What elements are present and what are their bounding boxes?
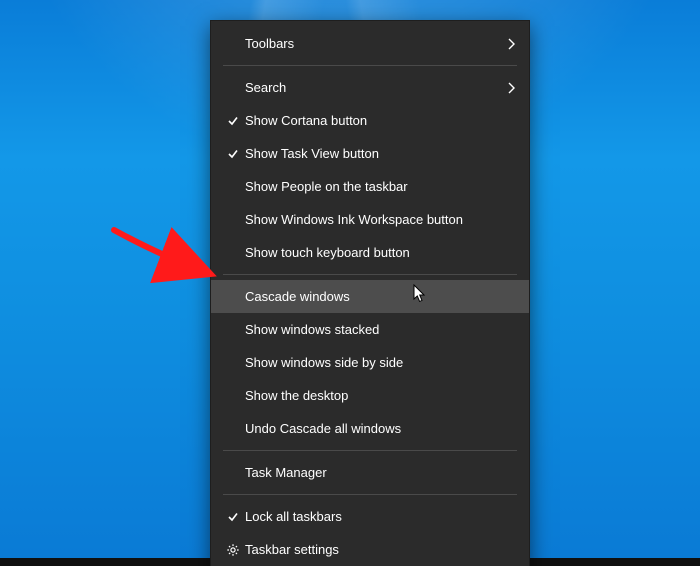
menu-item-show-windows-stacked[interactable]: Show windows stacked [211, 313, 529, 346]
chevron-right-icon [507, 38, 515, 50]
check-icon [223, 148, 243, 160]
menu-item-show-windows-side-by-side[interactable]: Show windows side by side [211, 346, 529, 379]
menu-item-search[interactable]: Search [211, 71, 529, 104]
menu-item-label: Lock all taskbars [243, 509, 515, 524]
check-icon [223, 511, 243, 523]
menu-item-cascade-windows[interactable]: Cascade windows [211, 280, 529, 313]
check-icon [223, 115, 243, 127]
menu-item-label: Show Cortana button [243, 113, 515, 128]
menu-separator [223, 494, 517, 495]
menu-item-lock-all-taskbars[interactable]: Lock all taskbars [211, 500, 529, 533]
menu-item-label: Undo Cascade all windows [243, 421, 515, 436]
menu-item-toolbars[interactable]: Toolbars [211, 27, 529, 60]
menu-separator [223, 450, 517, 451]
menu-item-taskbar-settings[interactable]: Taskbar settings [211, 533, 529, 566]
menu-item-show-the-desktop[interactable]: Show the desktop [211, 379, 529, 412]
gear-icon [223, 543, 243, 557]
menu-item-label: Show Windows Ink Workspace button [243, 212, 515, 227]
menu-item-label: Show Task View button [243, 146, 515, 161]
menu-separator [223, 65, 517, 66]
menu-item-label: Taskbar settings [243, 542, 515, 557]
chevron-right-icon [507, 82, 515, 94]
menu-item-show-touch-keyboard[interactable]: Show touch keyboard button [211, 236, 529, 269]
menu-item-show-task-view[interactable]: Show Task View button [211, 137, 529, 170]
menu-item-label: Task Manager [243, 465, 515, 480]
menu-item-label: Show People on the taskbar [243, 179, 515, 194]
taskbar-context-menu: Toolbars Search Show Cortana button Show… [210, 20, 530, 566]
menu-item-label: Show windows stacked [243, 322, 515, 337]
menu-separator [223, 274, 517, 275]
menu-item-show-people[interactable]: Show People on the taskbar [211, 170, 529, 203]
menu-item-label: Cascade windows [243, 289, 515, 304]
menu-item-show-cortana[interactable]: Show Cortana button [211, 104, 529, 137]
menu-item-show-ink-workspace[interactable]: Show Windows Ink Workspace button [211, 203, 529, 236]
menu-item-label: Toolbars [243, 36, 507, 51]
menu-item-label: Show windows side by side [243, 355, 515, 370]
menu-item-label: Show the desktop [243, 388, 515, 403]
menu-item-label: Search [243, 80, 507, 95]
annotation-arrow [108, 224, 218, 284]
menu-item-undo-cascade[interactable]: Undo Cascade all windows [211, 412, 529, 445]
menu-item-label: Show touch keyboard button [243, 245, 515, 260]
menu-item-task-manager[interactable]: Task Manager [211, 456, 529, 489]
